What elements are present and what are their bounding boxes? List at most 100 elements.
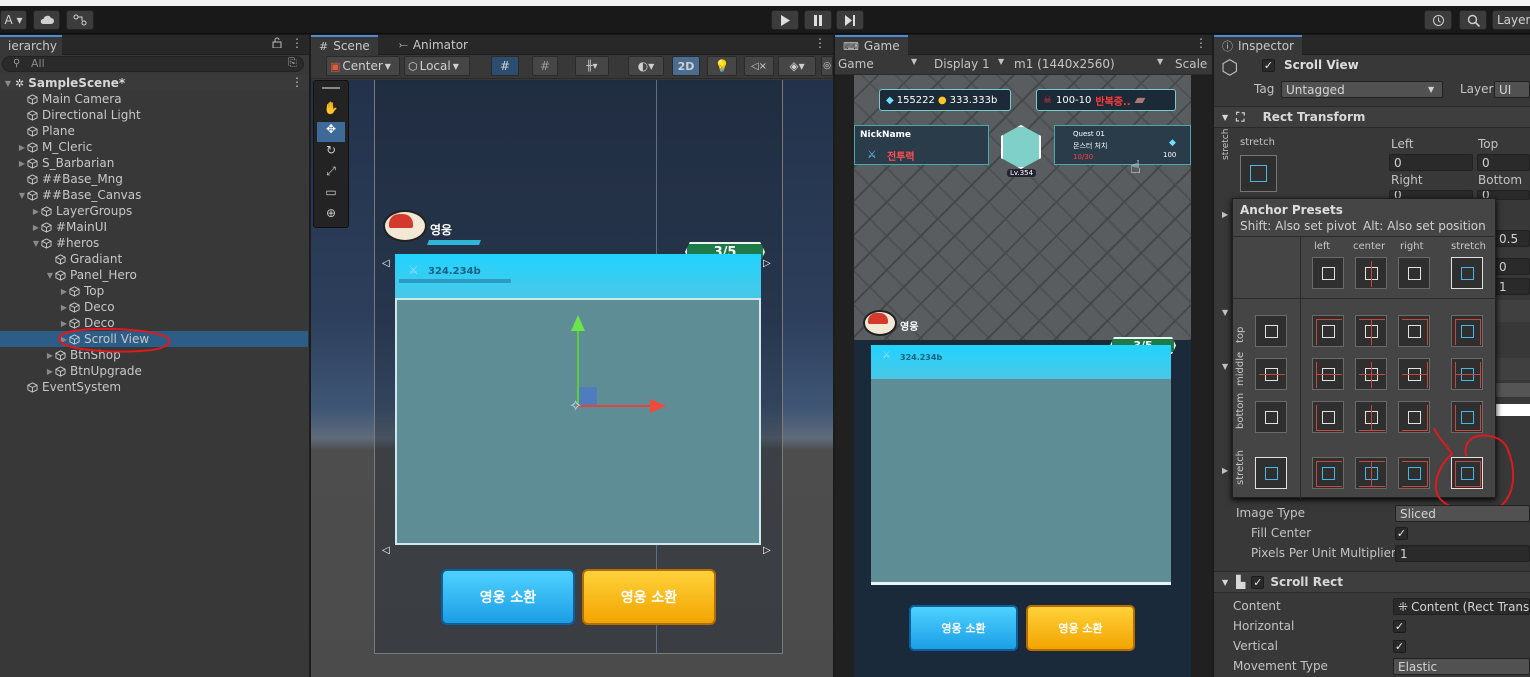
anchor-preset-cell[interactable]	[1312, 315, 1344, 347]
anchor-preset-cell[interactable]	[1255, 401, 1287, 433]
scene-viewport[interactable]: 영웅 3/5 ⚔ 324.234b ✧ ◁ ▷ ◁ ▷ 영웅 소환 영웅 소환	[311, 80, 833, 677]
active-checkbox[interactable]: ✓	[1262, 59, 1275, 72]
anchor-preset-cell[interactable]	[1312, 457, 1344, 489]
anchor-preset-cell[interactable]	[1255, 457, 1287, 489]
transform-tool-icon[interactable]: ⊕	[317, 206, 345, 226]
tab-scene[interactable]: # Scene	[311, 35, 378, 55]
anchor-handle-icon[interactable]: ▷	[763, 545, 771, 556]
pivot-x-field[interactable]: 0.5	[1494, 230, 1530, 247]
anchor-preset-cell[interactable]	[1312, 358, 1344, 390]
hierarchy-row[interactable]: ▶ S_Barbarian	[0, 155, 308, 171]
anchor-preset-cell[interactable]	[1355, 358, 1387, 390]
rotate-tool-icon[interactable]: ↻	[317, 143, 345, 163]
increment-snap-button[interactable]: ╫▾	[575, 56, 609, 76]
hierarchy-row[interactable]: Main Camera	[0, 91, 308, 107]
color-swatch[interactable]	[1494, 404, 1530, 416]
collab-icon[interactable]	[66, 10, 94, 30]
expand-arrow-icon[interactable]: ▶	[59, 287, 69, 296]
horizontal-checkbox[interactable]: ✓	[1393, 620, 1406, 633]
image-type-dropdown[interactable]: Sliced	[1395, 505, 1530, 522]
anchor-preset-cell[interactable]	[1451, 358, 1483, 390]
hierarchy-row[interactable]: ▶ #MainUI	[0, 219, 308, 235]
collapse-arrow-icon[interactable]: ▼	[1222, 362, 1228, 371]
expand-arrow-icon[interactable]: ▼	[3, 79, 13, 88]
lock-icon[interactable]	[272, 37, 282, 51]
hierarchy-row[interactable]: ▼ ##Base_Canvas	[0, 187, 308, 203]
anchor-preset-cell[interactable]	[1398, 358, 1430, 390]
visibility-button[interactable]: ◎	[821, 56, 833, 76]
collapse-arrow-icon[interactable]: ▼	[17, 191, 27, 200]
anchor-handle-icon[interactable]: ◁	[382, 258, 390, 269]
anchor-preset-cell[interactable]	[1398, 315, 1430, 347]
movement-type-dropdown[interactable]: Elastic	[1393, 658, 1530, 675]
rect-tool-icon[interactable]: ▭	[317, 185, 345, 205]
kebab-menu-icon[interactable]: ⋮	[291, 36, 303, 50]
scale-tool-icon[interactable]: ⤢	[317, 164, 345, 184]
history-icon[interactable]	[1424, 10, 1452, 30]
collapse-arrow-icon[interactable]: ▼	[1222, 308, 1228, 317]
scene-menu-icon[interactable]: ⋮	[814, 36, 826, 50]
mode-2d-button[interactable]: 2D	[672, 56, 700, 76]
expand-arrow-icon[interactable]: ▶	[17, 143, 27, 152]
move-tool-icon[interactable]: ✥	[317, 122, 345, 142]
summon-hero-button-2[interactable]: 영웅 소환	[582, 569, 716, 625]
grid-toggle-button[interactable]: #	[532, 56, 558, 76]
space-dropdown[interactable]: ⬡ Local ▼	[404, 56, 470, 76]
expand-arrow-icon[interactable]: ▶	[31, 207, 41, 216]
collapse-arrow-icon[interactable]: ▶	[1222, 210, 1228, 219]
collapse-arrow-icon[interactable]: ▶	[1222, 466, 1228, 475]
anchor-preset-cell[interactable]	[1312, 401, 1344, 433]
scale-label[interactable]: Scale	[1175, 57, 1207, 71]
hierarchy-row[interactable]: ▶ BtnUpgrade	[0, 363, 308, 379]
hierarchy-row[interactable]: ▶ Top	[0, 283, 308, 299]
pause-button[interactable]	[804, 10, 832, 30]
summon-hero-button[interactable]: 영웅 소환	[909, 605, 1018, 651]
scene-root-row[interactable]: ▼ ✲ SampleScene* ⋮	[0, 75, 308, 91]
lighting-button[interactable]: 💡	[707, 56, 737, 76]
expand-arrow-icon[interactable]: ▶	[17, 159, 27, 168]
resolution-dropdown[interactable]: m1 (1440x2560)	[1014, 57, 1115, 71]
tab-game[interactable]: ⌨ Game	[835, 35, 908, 55]
anchor-preset-cell[interactable]	[1398, 257, 1430, 289]
expand-arrow-icon[interactable]: ▶	[31, 223, 41, 232]
tag-dropdown[interactable]: Untagged ▼	[1281, 81, 1443, 98]
anchor-handle-icon[interactable]: ◁	[382, 545, 390, 556]
anchor-preset-cell[interactable]	[1312, 257, 1344, 289]
anchor-preset-cell[interactable]	[1451, 315, 1483, 347]
audio-button[interactable]: ◁×	[744, 56, 774, 76]
shading-dropdown[interactable]: ◐▾	[628, 56, 664, 76]
play-button[interactable]	[771, 10, 799, 30]
collapse-arrow-icon[interactable]: ▼	[45, 271, 55, 280]
game-menu-icon[interactable]: ⋮	[1195, 36, 1207, 50]
expand-arrow-icon[interactable]: ▶	[59, 303, 69, 312]
scene-menu-icon[interactable]: ⋮	[291, 75, 303, 89]
expand-arrow-icon[interactable]: ▶	[45, 367, 55, 376]
account-dropdown[interactable]: A ▾	[0, 10, 27, 30]
layer-dropdown[interactable]: UI	[1494, 81, 1530, 98]
scroll-rect-header[interactable]: ▼ ▙ ✓ Scroll Rect	[1214, 571, 1530, 593]
anchor-preset-cell[interactable]	[1355, 315, 1387, 347]
effects-dropdown[interactable]: ◈▾	[778, 56, 816, 76]
anchor-preset-cell[interactable]	[1451, 257, 1483, 289]
hierarchy-row[interactable]: ##Base_Mng	[0, 171, 308, 187]
summon-hero-button[interactable]: 영웅 소환	[441, 569, 575, 625]
quest-card[interactable]: Quest 01 몬스터 처치 10/30 ◆ 100	[1054, 125, 1191, 165]
anchor-preset-button[interactable]	[1240, 155, 1277, 192]
anchor-preset-cell[interactable]	[1255, 358, 1287, 390]
tab-animator[interactable]: ⤚ Animator	[391, 35, 476, 55]
fill-center-checkbox[interactable]: ✓	[1395, 527, 1408, 540]
anchor-preset-cell[interactable]	[1355, 257, 1387, 289]
scroll-rect-enabled-checkbox[interactable]: ✓	[1251, 575, 1265, 589]
hierarchy-search-input[interactable]: ⚲ All	[2, 56, 304, 72]
hierarchy-row[interactable]: EventSystem	[0, 379, 308, 395]
layers-dropdown[interactable]: Layer	[1492, 10, 1530, 30]
anchor-preset-cell[interactable]	[1255, 315, 1287, 347]
hierarchy-row[interactable]: ▶ LayerGroups	[0, 203, 308, 219]
hierarchy-row[interactable]: Gradiant	[0, 251, 308, 267]
hierarchy-row[interactable]: Plane	[0, 123, 308, 139]
search-icon[interactable]	[1459, 10, 1487, 30]
top-field[interactable]: 0	[1477, 154, 1530, 171]
tab-hierarchy[interactable]: ierarchy	[0, 35, 62, 55]
cloud-icon[interactable]	[33, 10, 60, 30]
tab-inspector[interactable]: ⓘ Inspector	[1214, 35, 1302, 55]
